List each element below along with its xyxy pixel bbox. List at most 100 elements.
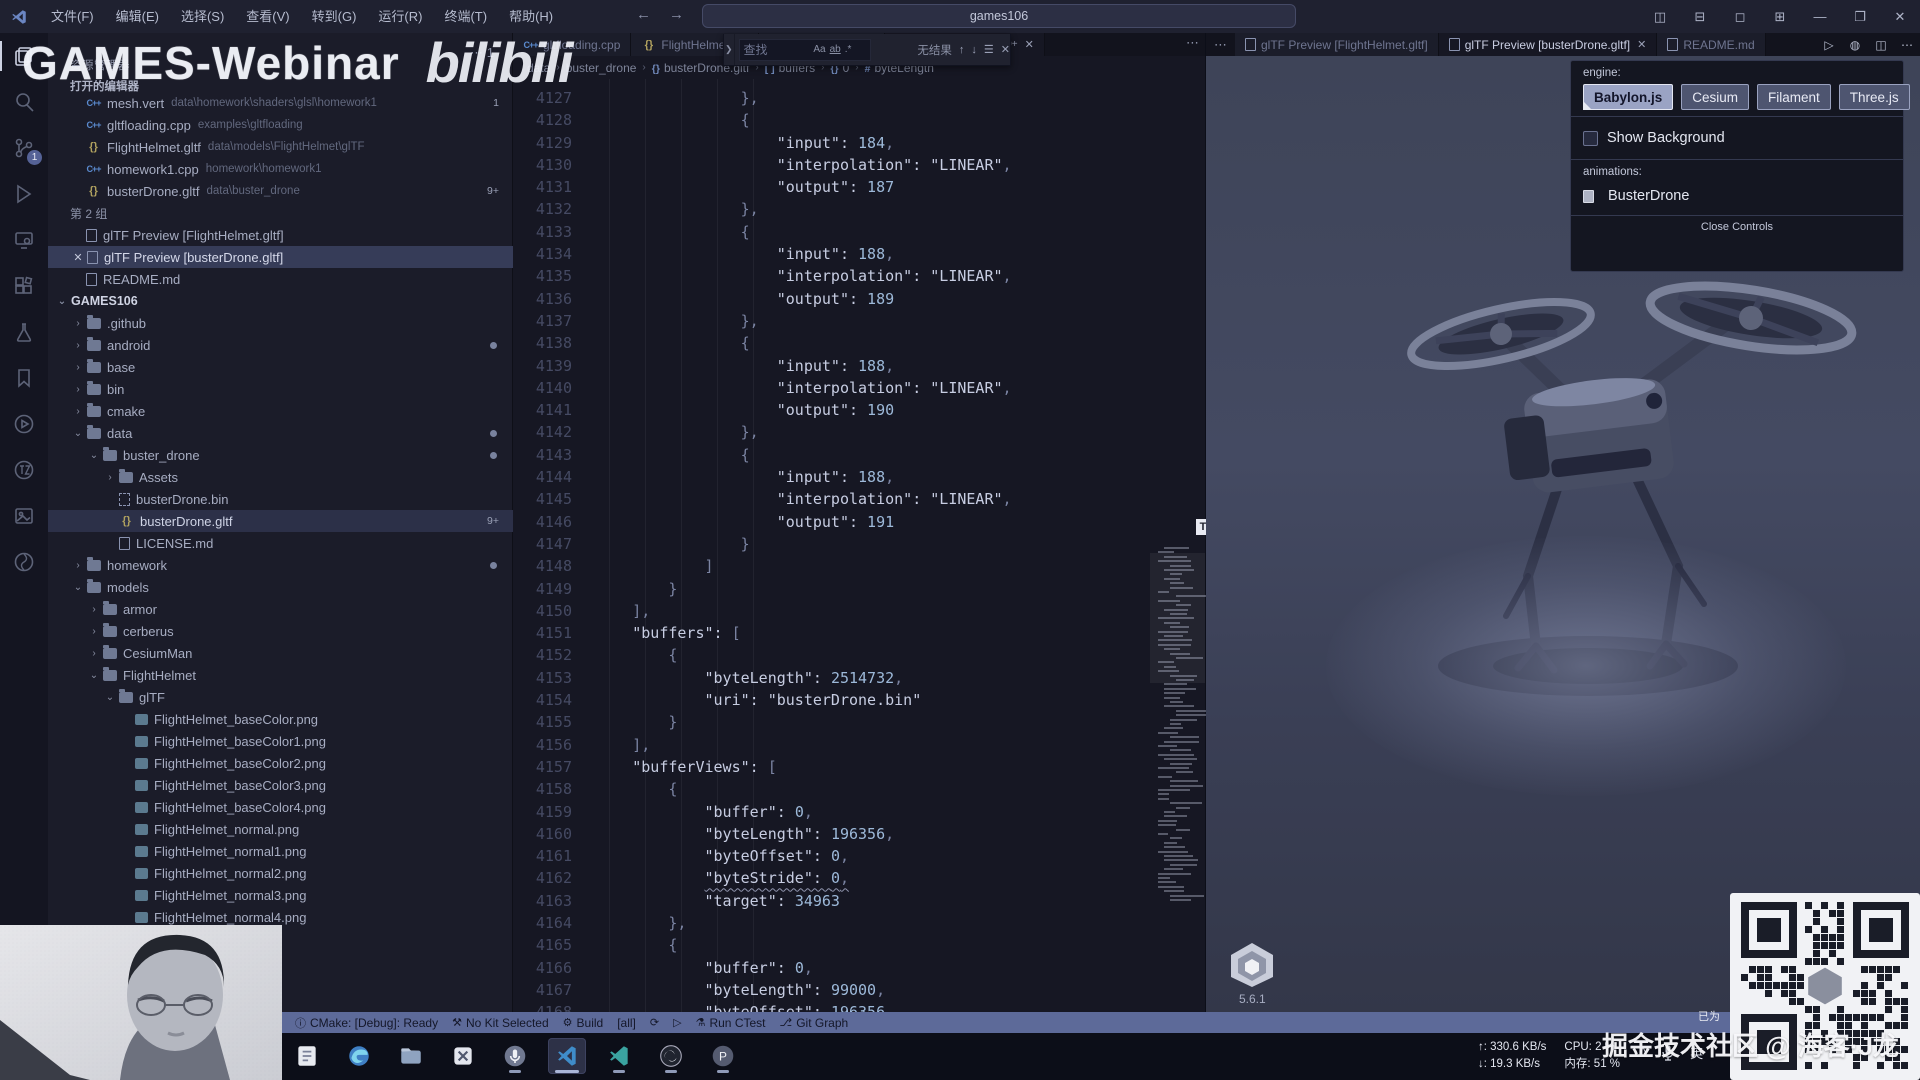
find-in-selection-icon[interactable]: ☰ <box>984 43 994 56</box>
menu-帮助(H)[interactable]: 帮助(H) <box>498 0 564 33</box>
find-input[interactable]: 查找 <box>739 39 872 61</box>
activity-run-circle[interactable] <box>0 401 48 447</box>
tree-item-FlightHelmet_normal.png[interactable]: FlightHelmet_normal.png <box>48 818 513 840</box>
tree-item-FlightHelmet_baseColor3.png[interactable]: FlightHelmet_baseColor3.png <box>48 774 513 796</box>
tree-item-homework[interactable]: › homework <box>48 554 513 576</box>
activity-tensorflow[interactable] <box>0 447 48 493</box>
run-icon[interactable]: ▷ <box>1816 38 1842 52</box>
tree-item-glTF[interactable]: ⌄ glTF <box>48 686 513 708</box>
engine-Filament[interactable]: Filament <box>1757 84 1831 110</box>
code-editor[interactable]: 4127 4128 4129 4130 4131 4132 4133 4134 … <box>513 79 1205 1012</box>
activity-extensions[interactable] <box>0 263 48 309</box>
engine-Three.js[interactable]: Three.js <box>1839 84 1910 110</box>
activity-remote-explorer[interactable] <box>0 217 48 263</box>
tree-item-Assets[interactable]: › Assets <box>48 466 513 488</box>
engine-Cesium[interactable]: Cesium <box>1681 84 1749 110</box>
activity-bookmarks[interactable] <box>0 355 48 401</box>
minimap[interactable] <box>1150 79 1205 1012</box>
menu-编辑(E)[interactable]: 编辑(E) <box>105 0 170 33</box>
activity-source-control[interactable]: 1 <box>0 125 48 171</box>
activity-image-preview[interactable] <box>0 493 48 539</box>
close-icon[interactable]: ✕ <box>1637 38 1646 51</box>
animation-name[interactable]: BusterDrone <box>1608 188 1689 204</box>
explorer-title-actions[interactable]: ⋯ 1 <box>470 45 494 61</box>
tree-item-FlightHelmet_normal1.png[interactable]: FlightHelmet_normal1.png <box>48 840 513 862</box>
menu-转到(G)[interactable]: 转到(G) <box>301 0 368 33</box>
activity-explorer[interactable] <box>0 33 48 79</box>
gltf-3d-canvas[interactable]: 5.6.1 engine: Babylon.jsCesiumFilamentTh… <box>1206 56 1920 1012</box>
tree-item-FlightHelmet[interactable]: ⌄ FlightHelmet <box>48 664 513 686</box>
tab-glTF Preview [busterDrone.gltf][interactable]: glTF Preview [busterDrone.gltf] ✕ <box>1439 33 1658 56</box>
engine-Babylon.js[interactable]: Babylon.js <box>1583 84 1673 110</box>
tree-item-buster_drone[interactable]: ⌄ buster_drone <box>48 444 513 466</box>
tree-item-FlightHelmet_baseColor4.png[interactable]: FlightHelmet_baseColor4.png <box>48 796 513 818</box>
open-editor-README.md[interactable]: README.md <box>48 268 513 290</box>
tab-overflow-button[interactable]: ⋯ <box>1184 33 1205 56</box>
activity-testing[interactable] <box>0 309 48 355</box>
find-collapse-chevron[interactable]: ❯ <box>724 34 735 65</box>
breadcrumb-data[interactable]: data <box>527 61 550 75</box>
more-actions-icon[interactable]: ⋯ <box>1894 38 1920 52</box>
tree-item-FlightHelmet_normal2.png[interactable]: FlightHelmet_normal2.png <box>48 862 513 884</box>
show-background-checkbox[interactable] <box>1583 131 1598 146</box>
taskbar-vscode[interactable] <box>548 1038 586 1074</box>
taskbar-vscode-insiders[interactable] <box>600 1038 638 1074</box>
taskbar-powerpoint[interactable]: P <box>704 1038 742 1074</box>
taskbar-explorer[interactable] <box>392 1038 430 1074</box>
tree-item-.github[interactable]: › .github <box>48 312 513 334</box>
close-controls-link[interactable]: Close Controls <box>1571 216 1903 237</box>
command-center-search[interactable]: games106 <box>702 4 1296 28</box>
activity-run-debug[interactable] <box>0 171 48 217</box>
breadcrumb-buster_drone[interactable]: buster_drone <box>566 61 637 75</box>
find-prev-icon[interactable]: ↑ <box>959 44 965 56</box>
statusbar-CMake: [Debug]: Ready[interactable]: ⓘCMake: [Debug]: Ready <box>288 1012 445 1033</box>
open-editor-mesh.vert[interactable]: C++mesh.vertdata\homework\shaders\glsl\h… <box>48 92 513 114</box>
tree-item-bin[interactable]: › bin <box>48 378 513 400</box>
tab-glTF Preview [FlightHelmet.gltf][interactable]: glTF Preview [FlightHelmet.gltf] <box>1235 33 1439 56</box>
tree-item-base[interactable]: › base <box>48 356 513 378</box>
find-next-icon[interactable]: ↓ <box>971 44 977 56</box>
open-preview-icon[interactable]: ◍ <box>1842 38 1868 52</box>
tree-item-android[interactable]: › android <box>48 334 513 356</box>
layout-secondary-icon[interactable]: ◻ <box>1720 0 1760 33</box>
tree-item-data[interactable]: ⌄ data <box>48 422 513 444</box>
statusbar-Build[interactable]: ⚙Build <box>556 1012 611 1033</box>
menu-选择(S)[interactable]: 选择(S) <box>170 0 235 33</box>
statusbar-Run CTest[interactable]: ⚗Run CTest <box>689 1012 773 1033</box>
activity-search[interactable] <box>0 79 48 125</box>
statusbar-[all][interactable]: [all] <box>610 1012 643 1033</box>
taskbar-clip-tool[interactable] <box>444 1038 482 1074</box>
history-arrows[interactable]: ←→ <box>636 6 702 23</box>
menu-查看(V)[interactable]: 查看(V) <box>235 0 300 33</box>
restore-button[interactable]: ❐ <box>1840 0 1880 33</box>
menu-终端(T)[interactable]: 终端(T) <box>433 0 498 33</box>
open-editor-gltfloading.cpp[interactable]: C++gltfloading.cppexamples\gltfloading <box>48 114 513 136</box>
open-editor-FlightHelmet.gltf[interactable]: {}FlightHelmet.gltfdata\models\FlightHel… <box>48 136 513 158</box>
tree-item-FlightHelmet_baseColor1.png[interactable]: FlightHelmet_baseColor1.png <box>48 730 513 752</box>
tree-item-busterDrone.bin[interactable]: busterDrone.bin <box>48 488 513 510</box>
split-editor-icon[interactable]: ◫ <box>1868 38 1894 52</box>
taskbar-notes[interactable] <box>288 1038 326 1074</box>
close-icon[interactable]: ✕ <box>72 251 84 264</box>
open-editor-glTF Preview [busterDrone.gltf][interactable]: ✕ glTF Preview [busterDrone.gltf] <box>48 246 513 268</box>
activity-gitlens[interactable] <box>0 539 48 585</box>
tree-item-CesiumMan[interactable]: › CesiumMan <box>48 642 513 664</box>
tree-item-LICENSE.md[interactable]: LICENSE.md <box>48 532 513 554</box>
taskbar-mic-app[interactable] <box>496 1038 534 1074</box>
find-close-icon[interactable]: ✕ <box>1001 43 1010 56</box>
menu-运行(R)[interactable]: 运行(R) <box>367 0 433 33</box>
tree-item-FlightHelmet_baseColor2.png[interactable]: FlightHelmet_baseColor2.png <box>48 752 513 774</box>
tree-item-FlightHelmet_normal3.png[interactable]: FlightHelmet_normal3.png <box>48 884 513 906</box>
close-button[interactable]: ✕ <box>1880 0 1920 33</box>
tree-item-armor[interactable]: › armor <box>48 598 513 620</box>
tree-item-cmake[interactable]: › cmake <box>48 400 513 422</box>
tab-overflow-button[interactable]: ⋯ <box>1206 37 1235 53</box>
taskbar-edge[interactable] <box>340 1038 378 1074</box>
project-root-row[interactable]: ⌄GAMES106 <box>48 290 513 312</box>
taskbar-obs[interactable] <box>652 1038 690 1074</box>
statusbar-▷[interactable]: ▷ <box>666 1012 688 1033</box>
tab-gltfloading.cpp[interactable]: C++gltfloading.cpp <box>513 33 631 56</box>
minimize-button[interactable]: — <box>1800 0 1840 33</box>
layout-panel-icon[interactable]: ⊟ <box>1680 0 1720 33</box>
open-editor-homework1.cpp[interactable]: C++homework1.cpphomework\homework1 <box>48 158 513 180</box>
